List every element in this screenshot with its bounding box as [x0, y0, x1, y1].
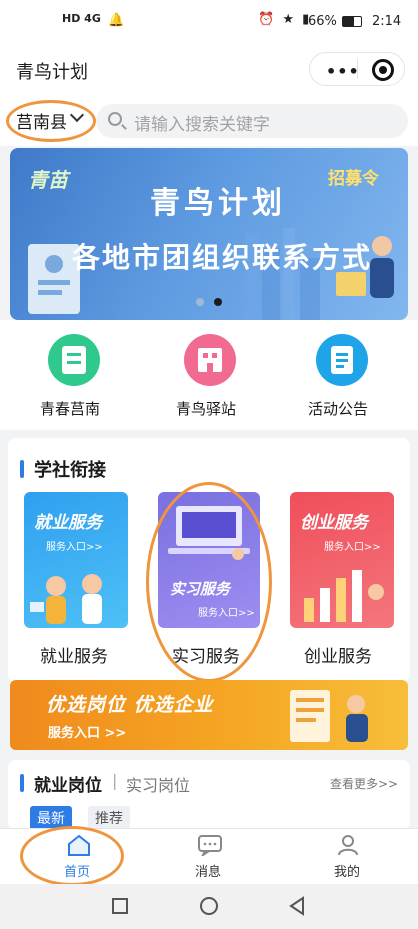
- tab-separator: |: [112, 771, 118, 790]
- battery-icon: [342, 16, 362, 27]
- close-mini-program-icon[interactable]: [372, 59, 394, 81]
- quick-link-label[interactable]: 活动公告: [308, 398, 368, 419]
- system-navigation-bar: [0, 884, 418, 929]
- card-caption: 创业服务: [300, 513, 368, 533]
- bell-icon: 🔔: [108, 13, 125, 28]
- user-icon: [338, 835, 358, 856]
- building-icon[interactable]: [184, 334, 236, 386]
- carousel-dot[interactable]: [196, 298, 204, 306]
- status-icons: ⏰ ★ ▮: [258, 12, 312, 27]
- tab-label: 我的: [334, 865, 361, 880]
- section-card: 学社衔接 就业服务 服务入口>> 就业服务 实习服务 服务入口>> 实习服务 创…: [8, 438, 410, 682]
- promo-entry: 服务入口 >>: [48, 726, 127, 741]
- region-selector[interactable]: 莒南县: [16, 108, 67, 133]
- search-input[interactable]: 请输入搜索关键字: [96, 104, 408, 138]
- message-icon: [198, 835, 222, 856]
- banner-subline: 各地市团组织联系方式: [72, 241, 373, 274]
- tab-employment-jobs[interactable]: 就业岗位: [34, 771, 102, 796]
- recent-apps-icon[interactable]: [112, 898, 128, 914]
- search-placeholder: 请输入搜索关键字: [134, 115, 270, 135]
- tab-internship-jobs[interactable]: 实习岗位: [126, 772, 190, 796]
- section-title: 学社衔接: [34, 460, 106, 481]
- card-entry: 服务入口>>: [324, 542, 381, 553]
- tab-messages[interactable]: 消息: [174, 829, 244, 885]
- startup-illustration: [304, 570, 384, 622]
- search-icon: [108, 112, 122, 126]
- home-button-icon[interactable]: [200, 897, 218, 915]
- capsule-divider: [357, 59, 358, 79]
- banner-carousel[interactable]: 青苗 招募令 青鸟计划 各地市团组织联系方式: [10, 148, 408, 320]
- service-label[interactable]: 就业服务: [40, 642, 108, 667]
- internship-highlight: [146, 482, 272, 682]
- search-row: 莒南县 请输入搜索关键字: [0, 94, 418, 146]
- page-title: 青鸟计划: [16, 62, 88, 83]
- card-caption: 就业服务: [34, 513, 102, 533]
- tab-profile[interactable]: 我的: [313, 829, 383, 885]
- quick-link-label[interactable]: 青鸟驿站: [176, 398, 236, 419]
- service-card-employment[interactable]: 就业服务 服务入口>>: [24, 492, 128, 628]
- back-icon[interactable]: [287, 896, 307, 916]
- promo-banner[interactable]: 优选岗位 优选企业 服务入口 >>: [10, 680, 408, 750]
- card-entry: 服务入口>>: [46, 542, 103, 553]
- banner-badge: 招募令: [328, 169, 379, 189]
- quick-links: 青春莒南 青鸟驿站 活动公告: [0, 320, 418, 430]
- network-indicator: HD 4G: [62, 12, 101, 25]
- service-card-startup[interactable]: 创业服务 服务入口>>: [290, 492, 394, 628]
- employment-illustration: [30, 574, 102, 624]
- notice-icon[interactable]: [316, 334, 368, 386]
- promo-headline: 优选岗位 优选企业: [46, 694, 214, 716]
- status-bar: HD 4G 🔔 ⏰ ★ ▮ 66% 2:14: [0, 0, 418, 48]
- tab-label: 消息: [195, 865, 222, 880]
- search-icon-handle: [121, 124, 127, 130]
- service-label[interactable]: 创业服务: [304, 642, 372, 667]
- section-marker: [20, 460, 24, 478]
- more-icon[interactable]: •••: [326, 62, 360, 81]
- banner-headline: 青鸟计划: [150, 186, 286, 221]
- carousel-dot-active[interactable]: [214, 298, 222, 306]
- filter-recommended[interactable]: 推荐: [88, 806, 130, 830]
- jobs-marker: [20, 774, 24, 792]
- promo-illustration: [290, 690, 368, 742]
- jobs-card: 就业岗位 | 实习岗位 查看更多>> 最新 推荐: [8, 760, 410, 830]
- mini-program-capsule: •••: [309, 52, 405, 86]
- view-more-link[interactable]: 查看更多>>: [330, 775, 398, 792]
- home-tab-highlight: [20, 826, 124, 886]
- quick-link-label[interactable]: 青春莒南: [40, 398, 100, 419]
- clock: 2:14: [372, 14, 402, 29]
- banner-logo: 青苗: [28, 168, 68, 192]
- battery-percent: 66%: [308, 14, 337, 29]
- book-icon[interactable]: [48, 334, 100, 386]
